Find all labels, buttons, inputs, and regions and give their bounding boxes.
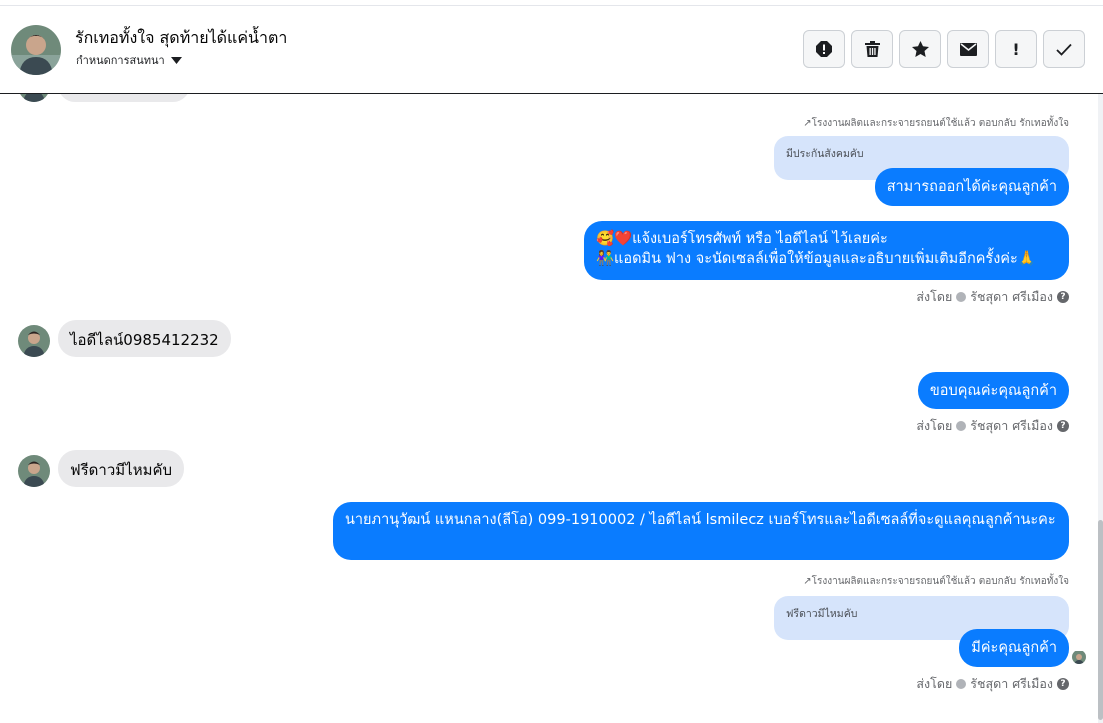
- agent-name[interactable]: รัชสุดา ศรีเมือง: [970, 674, 1053, 694]
- message-text: สามารถออกได้ค่ะคุณลูกค้า: [886, 179, 1057, 195]
- follow-up-button[interactable]: !: [995, 30, 1037, 68]
- reply-arrow-icon: ↗: [803, 118, 812, 129]
- check-icon: [1056, 43, 1072, 56]
- message-bubble-outgoing[interactable]: สามารถออกได้ค่ะคุณลูกค้า: [874, 168, 1069, 206]
- contact-name[interactable]: รักเทอทั้งใจ สุดท้ายได้แค่น้ำตา: [75, 26, 287, 51]
- message-text: ฟรีดาวมีไหมคับ: [70, 461, 173, 479]
- star-icon: [911, 41, 929, 57]
- seen-indicator-avatar: [1072, 650, 1086, 664]
- reply-context-text: โรงงานผลิตและกระจายรถยนต์ใช้แล้ว ตอบกลับ…: [811, 118, 1069, 129]
- message-bubble-incoming-cut: [58, 94, 190, 102]
- agent-avatar-icon: [956, 292, 967, 302]
- contact-avatar-small: [18, 455, 50, 487]
- caret-down-icon: [170, 56, 182, 64]
- conversation-header: รักเทอทั้งใจ สุดท้ายได้แค่น้ำตา กำหนดการ…: [0, 6, 1103, 94]
- sent-by-info: ส่งโดย รัชสุดา ศรีเมือง ?: [916, 416, 1069, 436]
- reply-context: ↗โรงงานผลิตและกระจายรถยนต์ใช้แล้ว ตอบกลั…: [803, 574, 1069, 589]
- mark-done-button[interactable]: [1043, 30, 1085, 68]
- contact-avatar[interactable]: [11, 25, 61, 75]
- delete-button[interactable]: [851, 30, 893, 68]
- agent-name[interactable]: รัชสุดา ศรีเมือง: [970, 287, 1053, 307]
- message-text: มีค่ะคุณลูกค้า: [971, 640, 1057, 656]
- help-icon[interactable]: ?: [1057, 420, 1069, 432]
- agent-name[interactable]: รัชสุดา ศรีเมือง: [970, 416, 1053, 436]
- message-text: ไอดีไลน์0985412232: [70, 331, 219, 349]
- message-text: ขอบคุณค่ะคุณลูกค้า: [929, 383, 1057, 399]
- message-bubble-outgoing[interactable]: มีค่ะคุณลูกค้า: [959, 629, 1069, 667]
- conversation-settings-label: กำหนดการสนทนา: [76, 54, 165, 67]
- exclamation-icon: !: [1012, 39, 1020, 59]
- help-icon[interactable]: ?: [1057, 291, 1069, 303]
- reply-arrow-icon: ↗: [803, 576, 812, 587]
- envelope-icon: [959, 42, 977, 56]
- sent-by-label: ส่งโดย: [916, 289, 953, 304]
- quoted-message-text: มีประกันสังคมคับ: [786, 148, 864, 160]
- contact-avatar-small: [18, 94, 50, 102]
- conversation-settings-dropdown[interactable]: กำหนดการสนทนา: [76, 51, 182, 69]
- message-bubble-incoming[interactable]: ไอดีไลน์0985412232: [58, 320, 231, 357]
- header-actions: !: [803, 30, 1085, 68]
- sent-by-info: ส่งโดย รัชสุดา ศรีเมือง ?: [916, 674, 1069, 694]
- star-button[interactable]: [899, 30, 941, 68]
- message-bubble-incoming[interactable]: ฟรีดาวมีไหมคับ: [58, 450, 185, 487]
- message-text-line: 🥰❤️แจ้งเบอร์โทรศัพท์ หรือ ไอดีไลน์ ไว้เล…: [596, 231, 888, 247]
- sent-by-label: ส่งโดย: [916, 418, 953, 433]
- sent-by-info: ส่งโดย รัชสุดา ศรีเมือง ?: [916, 287, 1069, 307]
- reply-context: ↗โรงงานผลิตและกระจายรถยนต์ใช้แล้ว ตอบกลั…: [803, 116, 1069, 131]
- message-thread: ↗โรงงานผลิตและกระจายรถยนต์ใช้แล้ว ตอบกลั…: [0, 94, 1103, 723]
- message-text: นายภานุวัฒน์ แหนกลาง(ลีโอ) 099-1910002 /…: [345, 512, 1056, 528]
- agent-avatar-icon: [956, 679, 967, 689]
- help-icon[interactable]: ?: [1057, 678, 1069, 690]
- contact-avatar-small: [18, 325, 50, 357]
- message-text-line: 👫แอดมิน ฟาง จะนัดเซลล์เพื่อให้ข้อมูลและอ…: [596, 251, 1036, 267]
- mark-unread-button[interactable]: [947, 30, 989, 68]
- sent-by-label: ส่งโดย: [916, 676, 953, 691]
- reply-context-text: โรงงานผลิตและกระจายรถยนต์ใช้แล้ว ตอบกลับ…: [811, 576, 1069, 587]
- spam-icon: [816, 41, 832, 57]
- quoted-message-text: ฟรีดาวมีไหมคับ: [786, 608, 858, 620]
- agent-avatar-icon: [956, 421, 967, 431]
- trash-icon: [864, 41, 880, 57]
- message-bubble-outgoing[interactable]: ขอบคุณค่ะคุณลูกค้า: [917, 372, 1069, 409]
- message-bubble-outgoing[interactable]: 🥰❤️แจ้งเบอร์โทรศัพท์ หรือ ไอดีไลน์ ไว้เล…: [584, 221, 1069, 280]
- message-bubble-outgoing[interactable]: นายภานุวัฒน์ แหนกลาง(ลีโอ) 099-1910002 /…: [333, 502, 1069, 560]
- thread-scrollbar-thumb[interactable]: [1098, 520, 1103, 720]
- mark-spam-button[interactable]: [803, 30, 845, 68]
